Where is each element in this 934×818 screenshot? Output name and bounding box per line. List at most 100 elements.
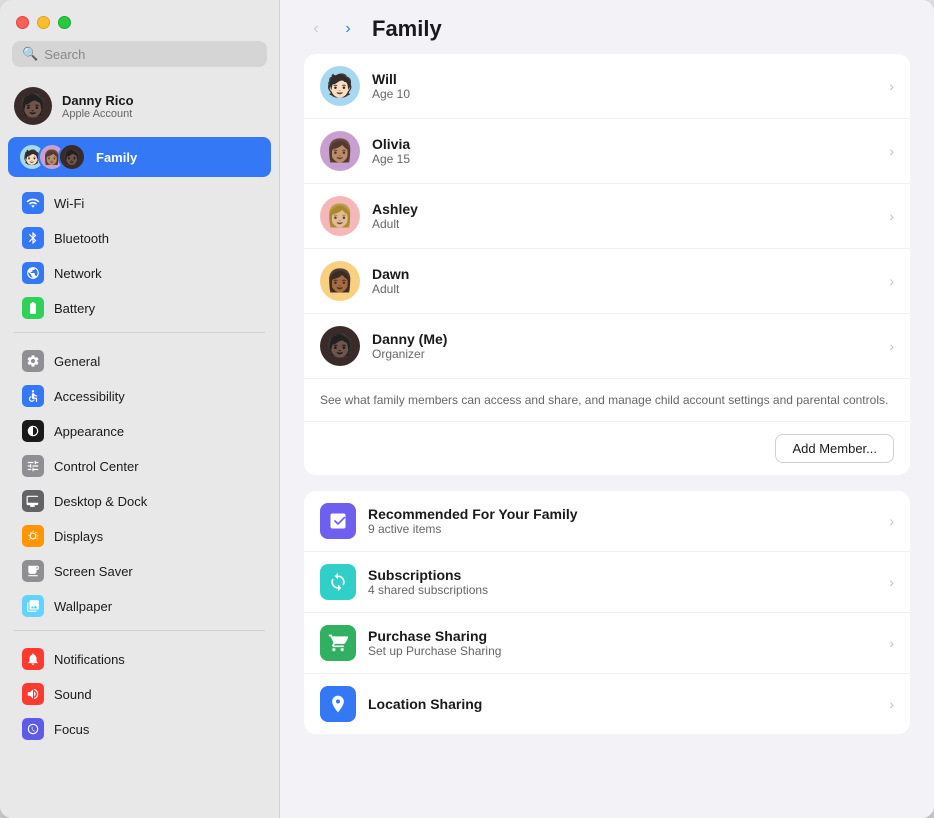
main-content: ‹ › Family 🧑🏻 Will Age 10 › 👩🏽 Ol [280,0,934,818]
sidebar-divider-2 [14,630,265,631]
member-row-will[interactable]: 🧑🏻 Will Age 10 › [304,54,910,119]
sidebar-section-system: General Accessibility Appearance Control… [0,343,279,624]
sidebar-item-screen-saver-label: Screen Saver [54,564,133,579]
member-name-olivia: Olivia [372,136,877,152]
chevron-right-icon: › [889,513,894,529]
main-header: ‹ › Family [280,0,934,54]
feature-name-purchase-sharing: Purchase Sharing [368,628,877,644]
feature-name-recommended: Recommended For Your Family [368,506,877,522]
sidebar-item-displays-label: Displays [54,529,103,544]
family-info-text: See what family members can access and s… [304,379,910,421]
account-section[interactable]: 🧑🏿 Danny Rico Apple Account [0,79,279,137]
member-row-dawn[interactable]: 👩🏾 Dawn Adult › [304,249,910,314]
system-preferences-window: 🔍 🧑🏿 Danny Rico Apple Account 🧑🏻 👩🏽 🧑🏿 F… [0,0,934,818]
sidebar-item-appearance-label: Appearance [54,424,124,439]
member-row-olivia[interactable]: 👩🏽 Olivia Age 15 › [304,119,910,184]
feature-row-recommended[interactable]: Recommended For Your Family 9 active ite… [304,491,910,552]
member-avatar-danny: 🧑🏿 [320,326,360,366]
sidebar-item-general[interactable]: General [8,344,271,378]
recommended-icon [320,503,356,539]
sidebar-item-desktop-dock-label: Desktop & Dock [54,494,147,509]
member-name-will: Will [372,71,877,87]
appearance-icon [22,420,44,442]
chevron-right-icon: › [889,338,894,354]
sidebar-item-appearance[interactable]: Appearance [8,414,271,448]
traffic-lights [0,0,279,41]
sidebar-item-general-label: General [54,354,100,369]
add-member-row: Add Member... [304,421,910,475]
minimize-button[interactable] [37,16,50,29]
sidebar-item-notifications[interactable]: Notifications [8,642,271,676]
feature-sub-recommended: 9 active items [368,522,877,536]
location-sharing-icon [320,686,356,722]
sidebar-item-control-center[interactable]: Control Center [8,449,271,483]
chevron-right-icon: › [889,696,894,712]
displays-icon [22,525,44,547]
member-info-ashley: Ashley Adult [372,201,877,231]
wifi-icon [22,192,44,214]
maximize-button[interactable] [58,16,71,29]
sidebar-item-desktop-dock[interactable]: Desktop & Dock [8,484,271,518]
feature-name-location-sharing: Location Sharing [368,696,877,712]
chevron-right-icon: › [889,273,894,289]
chevron-right-icon: › [889,574,894,590]
sidebar: 🔍 🧑🏿 Danny Rico Apple Account 🧑🏻 👩🏽 🧑🏿 F… [0,0,280,818]
member-role-olivia: Age 15 [372,152,877,166]
sidebar-item-focus-label: Focus [54,722,89,737]
sidebar-item-notifications-label: Notifications [54,652,125,667]
back-button[interactable]: ‹ [304,17,328,41]
feature-info-purchase-sharing: Purchase Sharing Set up Purchase Sharing [368,628,877,658]
member-role-danny: Organizer [372,347,877,361]
avatar: 🧑🏿 [14,87,52,125]
search-bar[interactable]: 🔍 [12,41,267,67]
feature-info-subscriptions: Subscriptions 4 shared subscriptions [368,567,877,597]
sound-icon [22,683,44,705]
member-info-danny: Danny (Me) Organizer [372,331,877,361]
family-members-card: 🧑🏻 Will Age 10 › 👩🏽 Olivia Age 15 › [304,54,910,475]
sidebar-item-wallpaper[interactable]: Wallpaper [8,589,271,623]
sidebar-item-accessibility[interactable]: Accessibility [8,379,271,413]
family-label: Family [96,150,137,165]
features-card: Recommended For Your Family 9 active ite… [304,491,910,734]
sidebar-section-network: Wi-Fi Bluetooth Network Battery [0,185,279,326]
member-row-ashley[interactable]: 👩🏼 Ashley Adult › [304,184,910,249]
wallpaper-icon [22,595,44,617]
member-info-dawn: Dawn Adult [372,266,877,296]
sidebar-item-displays[interactable]: Displays [8,519,271,553]
member-name-ashley: Ashley [372,201,877,217]
control-center-icon [22,455,44,477]
feature-sub-subscriptions: 4 shared subscriptions [368,583,877,597]
feature-name-subscriptions: Subscriptions [368,567,877,583]
purchase-sharing-icon [320,625,356,661]
battery-icon [22,297,44,319]
feature-row-location-sharing[interactable]: Location Sharing › [304,674,910,734]
member-avatar-will: 🧑🏻 [320,66,360,106]
member-info-will: Will Age 10 [372,71,877,101]
account-name: Danny Rico [62,93,134,108]
sidebar-item-network[interactable]: Network [8,256,271,290]
page-title: Family [372,16,442,42]
member-role-dawn: Adult [372,282,877,296]
feature-row-subscriptions[interactable]: Subscriptions 4 shared subscriptions › [304,552,910,613]
main-body: 🧑🏻 Will Age 10 › 👩🏽 Olivia Age 15 › [280,54,934,770]
sidebar-item-family[interactable]: 🧑🏻 👩🏽 🧑🏿 Family [8,137,271,177]
feature-row-purchase-sharing[interactable]: Purchase Sharing Set up Purchase Sharing… [304,613,910,674]
forward-button[interactable]: › [336,17,360,41]
feature-info-location-sharing: Location Sharing [368,696,877,712]
search-input[interactable] [44,47,257,62]
sidebar-item-bluetooth[interactable]: Bluetooth [8,221,271,255]
screen-saver-icon [22,560,44,582]
sidebar-item-focus[interactable]: Focus [8,712,271,746]
member-row-danny[interactable]: 🧑🏿 Danny (Me) Organizer › [304,314,910,379]
sidebar-item-sound-label: Sound [54,687,92,702]
sidebar-item-sound[interactable]: Sound [8,677,271,711]
member-avatar-olivia: 👩🏽 [320,131,360,171]
sidebar-item-control-center-label: Control Center [54,459,139,474]
sidebar-item-wifi[interactable]: Wi-Fi [8,186,271,220]
sidebar-item-screen-saver[interactable]: Screen Saver [8,554,271,588]
sidebar-item-battery[interactable]: Battery [8,291,271,325]
add-member-button[interactable]: Add Member... [775,434,894,463]
account-info: Danny Rico Apple Account [62,93,134,120]
close-button[interactable] [16,16,29,29]
sidebar-item-bluetooth-label: Bluetooth [54,231,109,246]
